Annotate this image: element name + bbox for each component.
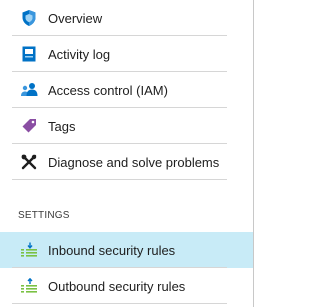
wrench-icon: [19, 152, 39, 172]
nav-item-overview[interactable]: Overview: [0, 0, 253, 36]
settings-nav-list: Inbound security rules Outbound security…: [0, 232, 253, 304]
panel-divider: [253, 0, 254, 307]
nav-item-inbound-security-rules[interactable]: Inbound security rules: [0, 232, 253, 268]
nav-item-activity-log[interactable]: Activity log: [0, 36, 253, 72]
nav-item-label: Tags: [48, 118, 76, 134]
inbound-rules-icon: [19, 240, 39, 260]
nav-item-label: Outbound security rules: [48, 278, 186, 294]
shield-icon: [19, 8, 39, 28]
resource-menu-panel: Overview Activity log Access control (IA…: [0, 0, 254, 307]
general-nav-list: Overview Activity log Access control (IA…: [0, 0, 253, 180]
nav-item-diagnose[interactable]: Diagnose and solve problems: [0, 144, 253, 180]
nav-item-label: Access control (IAM): [48, 82, 168, 98]
nav-item-tags[interactable]: Tags: [0, 108, 253, 144]
outbound-rules-icon: [19, 276, 39, 296]
nav-item-label: Inbound security rules: [48, 242, 176, 258]
activity-log-icon: [19, 44, 39, 64]
nav-item-label: Activity log: [48, 46, 111, 62]
tag-icon: [19, 116, 39, 136]
settings-section-header: SETTINGS: [18, 210, 70, 221]
nav-item-label: Diagnose and solve problems: [48, 154, 220, 170]
users-icon: [19, 80, 39, 100]
nav-item-label: Overview: [48, 10, 103, 26]
nav-item-access-control[interactable]: Access control (IAM): [0, 72, 253, 108]
nav-item-outbound-security-rules[interactable]: Outbound security rules: [0, 268, 253, 304]
